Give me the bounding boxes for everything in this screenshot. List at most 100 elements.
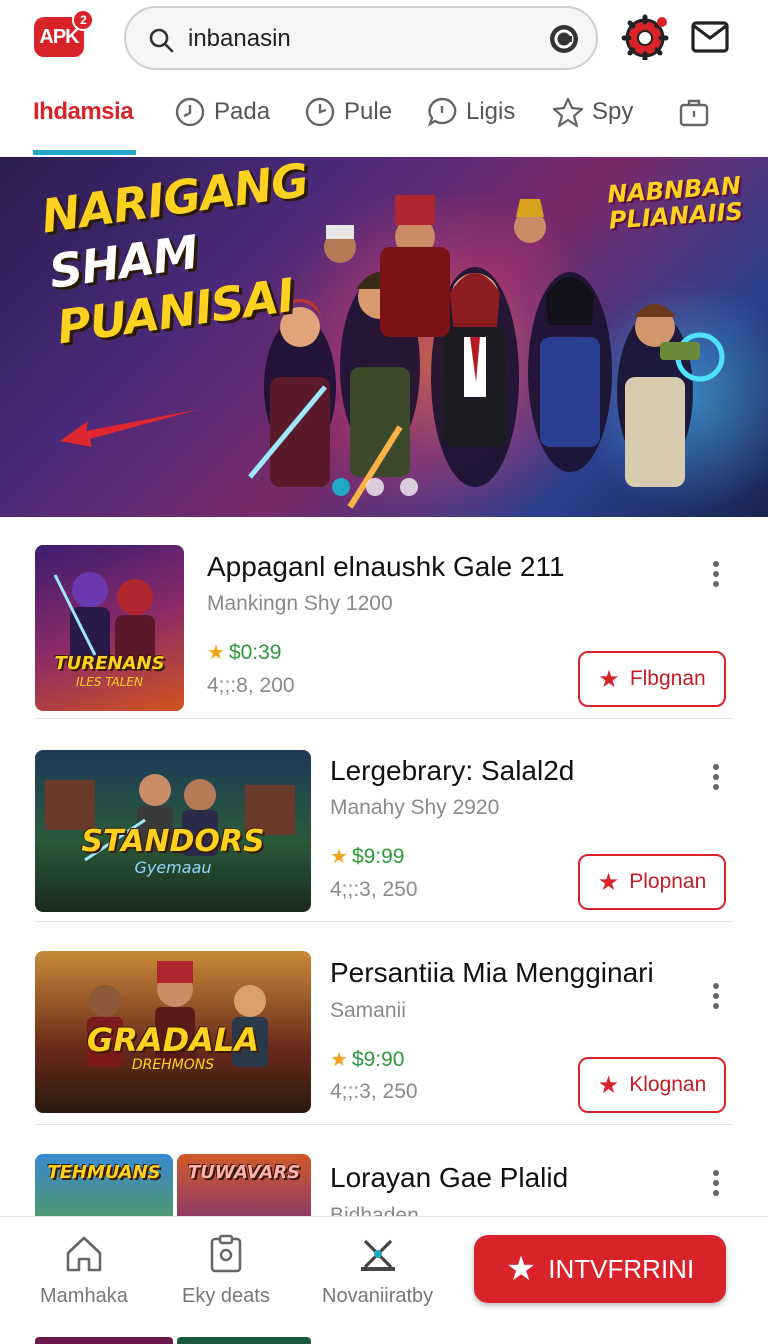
briefcase-icon (679, 99, 709, 127)
primary-action-button[interactable]: ★ INTVFRRINI (474, 1235, 726, 1303)
button-label: Klognan (629, 1073, 707, 1096)
thumbnail-title: STANDORS (81, 824, 265, 859)
nav-eky-deats[interactable]: Eky deats (182, 1233, 270, 1308)
app-thumbnail[interactable]: GRADALA DREHMONS (35, 951, 311, 1113)
app-downloads: 4;;:3, 250 (330, 878, 418, 901)
top-bar: APK 2 (0, 0, 768, 80)
list-item[interactable]: GRADALA DREHMONS Persantiia Mia Menggina… (0, 923, 768, 1125)
home-icon (66, 1236, 102, 1272)
more-options-icon[interactable] (704, 981, 728, 1011)
price-value: $9:99 (351, 844, 405, 868)
tab-pada[interactable]: Pada (174, 84, 270, 140)
nav-label: Novaniiratby (322, 1285, 434, 1307)
nav-home[interactable]: Mamhaka (40, 1233, 128, 1308)
thumbnail-subtitle: Gyemaau (134, 858, 212, 877)
more-options-icon[interactable] (704, 559, 728, 589)
tab-pule[interactable]: Pule (304, 84, 392, 140)
thumbnail-title: TURENANS (54, 653, 165, 674)
tab-label: Pule (344, 98, 393, 125)
tab-ihdamsia[interactable]: Ihdamsia (33, 84, 134, 140)
more-options-icon[interactable] (704, 762, 728, 792)
banner-arrow-icon (60, 409, 200, 447)
divider (35, 718, 733, 719)
install-button[interactable]: ★ Flbgnan (578, 651, 726, 707)
app-developer: Mankingn Shy 1200 (207, 592, 393, 615)
mail-icon[interactable] (690, 18, 730, 56)
chat-icon (427, 97, 457, 127)
nav-novaniiratby[interactable]: Novaniiratby (322, 1233, 433, 1308)
app-developer: Samanii (330, 999, 406, 1022)
star-icon: ★ (597, 868, 620, 896)
tab-label: Spy (592, 98, 634, 125)
star-icon: ★ (598, 665, 620, 693)
banner-event-badge: NABNBAN PLIANAIIS (598, 171, 751, 234)
app-store-screen: APK 2 inbanasin Ihdamsia Pada Pule Ligis… (0, 0, 768, 1344)
thumbnail-title: GRADALA (86, 1021, 260, 1059)
tab-spy[interactable]: Spy (552, 84, 633, 140)
rating-star-icon: ★ (330, 1049, 348, 1071)
thumbnail-subtitle: DREHMONS (131, 1057, 215, 1073)
search-icon (149, 28, 174, 53)
carousel-dot[interactable] (366, 478, 384, 496)
tab-label: Pada (214, 98, 271, 125)
tab-label: Ihdamsia (33, 98, 134, 125)
app-developer: Manahy Shy 2920 (330, 796, 500, 819)
tab-label: Ligis (466, 98, 516, 125)
rating-star-icon: ★ (207, 642, 225, 664)
star-icon: ★ (597, 1071, 620, 1099)
price-value: $9:90 (351, 1047, 405, 1071)
thumbnail-subtitle: ILES TALEN (76, 675, 143, 689)
logo-text: APK (39, 25, 79, 48)
clipboard-icon (210, 1234, 242, 1273)
search-input[interactable] (188, 22, 528, 56)
app-title[interactable]: Lergebrary: Salal2d (330, 755, 574, 787)
carousel-dot[interactable] (400, 478, 418, 496)
app-title[interactable]: Appaganl elnaushk Gale 211 (207, 551, 565, 583)
app-price: ★ $9:99 (330, 844, 405, 869)
next-item-peek (177, 1337, 311, 1344)
install-button[interactable]: ★ Plopnan (578, 854, 726, 910)
featured-banner[interactable]: NARIGANG SHAM PUANISAI NABNBAN PLIANAIIS (0, 157, 768, 517)
app-title[interactable]: Lorayan Gae Plalid (330, 1162, 568, 1194)
app-price: ★ $0:39 (207, 640, 282, 665)
list-item[interactable]: TURENANS ILES TALEN Appaganl elnaushk Ga… (0, 517, 768, 719)
settings-gear-icon[interactable] (620, 14, 670, 60)
nav-label: Eky deats (182, 1285, 270, 1307)
app-logo[interactable]: APK 2 (34, 9, 94, 57)
install-button[interactable]: ★ Klognan (578, 1057, 726, 1113)
star-icon (552, 97, 584, 128)
app-title[interactable]: Persantiia Mia Mengginari (330, 957, 654, 989)
category-tabs: Ihdamsia Pada Pule Ligis Spy (0, 84, 768, 156)
app-thumbnail[interactable]: TURENANS ILES TALEN (35, 545, 184, 711)
clock-icon (305, 97, 335, 127)
divider (35, 1124, 733, 1125)
button-label: Plopnan (629, 870, 707, 893)
clock-icon (175, 97, 205, 127)
more-options-icon[interactable] (704, 1168, 728, 1198)
app-thumbnail[interactable]: STANDORS Gyemaau (35, 750, 311, 912)
list-item[interactable]: STANDORS Gyemaau Lergebrary: Salal2d Man… (0, 720, 768, 922)
divider (35, 921, 733, 922)
app-downloads: 4;;:8, 200 (207, 674, 295, 697)
next-item-peek (35, 1337, 173, 1344)
thumbnail-title: TEHMUANS (47, 1162, 161, 1183)
clear-search-icon[interactable] (548, 23, 580, 55)
price-value: $0:39 (228, 640, 282, 664)
button-label: Flbgnan (629, 667, 706, 690)
cta-label: INTVFRRINI (548, 1253, 695, 1284)
nav-label: Mamhaka (40, 1285, 128, 1307)
carousel-dots (332, 478, 418, 496)
notification-badge: 2 (72, 9, 94, 31)
thumbnail-title: TUWAVARS (187, 1162, 301, 1183)
tools-icon (360, 1239, 395, 1271)
app-price: ★ $9:90 (330, 1047, 405, 1072)
tab-briefcase[interactable] (678, 84, 710, 140)
app-downloads: 4;;:3, 250 (330, 1080, 418, 1103)
tab-ligis[interactable]: Ligis (426, 84, 515, 140)
rating-star-icon: ★ (330, 846, 348, 868)
bottom-navigation: Mamhaka Eky deats Novaniiratby ★ INTVFRR… (0, 1216, 768, 1344)
active-tab-indicator (33, 150, 136, 155)
search-bar[interactable] (124, 6, 598, 70)
star-icon: ★ (505, 1250, 537, 1288)
carousel-dot-active[interactable] (332, 478, 350, 496)
